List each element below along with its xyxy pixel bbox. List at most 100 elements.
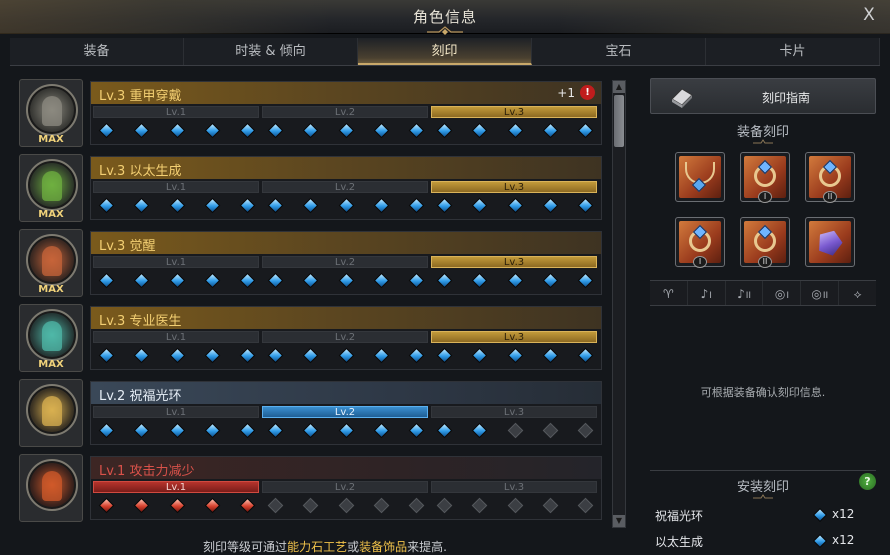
engraving-header: Lv.3 以太生成 bbox=[91, 157, 601, 179]
level-block: Lv.3 bbox=[431, 106, 597, 144]
equip-slot[interactable] bbox=[805, 217, 855, 267]
level-bar: Lv.3 bbox=[431, 406, 597, 418]
engraving-point-gem-icon bbox=[239, 497, 256, 514]
footer-link-ability-stone[interactable]: 能力石工艺 bbox=[287, 540, 347, 554]
engraving-point-gem-icon bbox=[338, 272, 354, 289]
engraving-point-gem-icon bbox=[204, 122, 221, 139]
tab-card[interactable]: 卡片 bbox=[706, 38, 880, 65]
engraving-point-gem-icon bbox=[302, 422, 319, 439]
engraving-point-gem-icon bbox=[133, 497, 150, 514]
bonus-count: +1 bbox=[557, 86, 575, 100]
gem-group bbox=[267, 272, 425, 289]
necklace-filter-icon[interactable]: ♈ bbox=[650, 281, 688, 305]
engraving-point-gem-icon bbox=[471, 272, 488, 289]
engraving-point-gem-icon bbox=[507, 422, 523, 439]
engraving-point-gem-icon bbox=[507, 272, 523, 289]
engraving-point-gem-icon bbox=[507, 197, 523, 214]
equip-slot[interactable]: II bbox=[805, 152, 855, 203]
gem-group bbox=[98, 122, 256, 139]
installed-engraving-name: 祝福光环 bbox=[655, 509, 704, 523]
earring-filter-icon[interactable]: ♪I bbox=[688, 281, 726, 305]
engraving-header: Lv.2 祝福光环 bbox=[91, 382, 601, 404]
engraving-point-gem-icon bbox=[542, 197, 559, 214]
engraving-point-gem-icon bbox=[577, 347, 594, 364]
engraving-row[interactable]: Lv.2 祝福光环 Lv.1 Lv.2 Lv.3 bbox=[14, 378, 604, 447]
gem-group bbox=[267, 422, 425, 439]
engraving-row[interactable]: MAX Lv.3 以太生成 Lv.1 Lv.2 Lv.3 bbox=[14, 153, 604, 222]
engraving-detail: Lv.3 以太生成 Lv.1 Lv.2 Lv.3 bbox=[90, 156, 602, 220]
scroll-down-icon[interactable]: ▼ bbox=[613, 515, 625, 527]
gem-group bbox=[436, 347, 594, 364]
engraving-portrait: MAX bbox=[19, 229, 83, 297]
engraving-point-gem-icon bbox=[267, 122, 284, 139]
stone-filter-icon[interactable]: ⟡ bbox=[839, 281, 876, 305]
engraving-guide-button[interactable]: 刻印指南 bbox=[650, 78, 876, 114]
engraving-point-gem-icon bbox=[169, 197, 185, 214]
equip-slot[interactable]: II bbox=[740, 217, 790, 268]
level-bar: Lv.3 bbox=[431, 481, 597, 493]
installed-engraving-row: 以太生成 x12 bbox=[655, 533, 876, 551]
tab-costume-tendency[interactable]: 时装 & 倾向 bbox=[184, 38, 358, 65]
engraving-row[interactable]: MAX Lv.3 重甲穿戴 +1! Lv.1 Lv.2 Lv.3 bbox=[14, 78, 604, 147]
level-bar: Lv.1 bbox=[93, 256, 259, 268]
tab-gem[interactable]: 宝石 bbox=[532, 38, 706, 65]
earring-filter-icon[interactable]: ♪II bbox=[726, 281, 764, 305]
title-bar: 角色信息 X bbox=[0, 0, 890, 35]
engraving-point-gem-icon bbox=[302, 347, 319, 364]
engraving-name: Lv.3 以太生成 bbox=[99, 164, 182, 179]
engraving-detail: Lv.3 重甲穿戴 +1! Lv.1 Lv.2 Lv.3 bbox=[90, 81, 602, 145]
ring-filter-icon[interactable]: ◎I bbox=[763, 281, 802, 305]
installed-engraving-row: 祝福光环 x12 bbox=[655, 507, 876, 525]
gem-group bbox=[267, 497, 425, 514]
footer-prefix: 刻印等级可通过 bbox=[203, 540, 288, 554]
level-block: Lv.2 bbox=[262, 331, 428, 369]
engraving-point-gem-icon bbox=[98, 347, 115, 364]
level-block: Lv.2 bbox=[262, 181, 428, 219]
level-block: Lv.2 bbox=[262, 256, 428, 294]
engraving-point-gem-icon bbox=[204, 422, 221, 439]
engraving-row[interactable]: MAX Lv.3 觉醒 Lv.1 Lv.2 Lv.3 bbox=[14, 228, 604, 297]
engraving-point-gem-icon bbox=[373, 122, 390, 139]
engraving-point-gem-icon bbox=[98, 197, 115, 214]
equip-slot[interactable]: I bbox=[740, 152, 790, 203]
engraving-point-gem-icon bbox=[169, 347, 185, 364]
tab-engraving[interactable]: 刻印 bbox=[358, 38, 532, 65]
max-tag: MAX bbox=[38, 134, 64, 145]
gem-group bbox=[98, 497, 256, 514]
close-button[interactable]: X bbox=[860, 5, 878, 25]
engraving-row[interactable]: Lv.1 攻击力减少 Lv.1 Lv.2 Lv.3 bbox=[14, 453, 604, 522]
equip-slot[interactable] bbox=[675, 152, 725, 202]
help-icon[interactable]: ? bbox=[859, 473, 876, 490]
engraving-point-gem-icon bbox=[239, 347, 256, 364]
engraving-point-gem-icon bbox=[408, 197, 425, 214]
engraving-emblem-icon bbox=[26, 159, 78, 211]
engraving-detail: Lv.3 专业医生 Lv.1 Lv.2 Lv.3 bbox=[90, 306, 602, 370]
ring-filter-icon[interactable]: ◎II bbox=[801, 281, 840, 305]
engraving-emblem-icon bbox=[26, 84, 78, 136]
equip-slot[interactable]: I bbox=[675, 217, 725, 268]
scrollbar[interactable]: ▲ ▼ bbox=[612, 80, 626, 528]
engraving-point-gem-icon bbox=[302, 272, 319, 289]
engraving-point-gem-icon bbox=[98, 422, 115, 439]
engraving-detail: Lv.3 觉醒 Lv.1 Lv.2 Lv.3 bbox=[90, 231, 602, 295]
footer-link-accessory[interactable]: 装备饰品 bbox=[359, 540, 407, 554]
engraving-point-gem-icon bbox=[436, 422, 453, 439]
engraving-row[interactable]: MAX Lv.3 专业医生 Lv.1 Lv.2 Lv.3 bbox=[14, 303, 604, 372]
engraving-point-gem-icon bbox=[169, 122, 185, 139]
scroll-thumb[interactable] bbox=[614, 95, 624, 147]
level-block: Lv.3 bbox=[431, 481, 597, 519]
engraving-point-gem-icon bbox=[507, 497, 523, 514]
engraving-point-gem-icon bbox=[338, 497, 354, 514]
scroll-up-icon[interactable]: ▲ bbox=[613, 81, 625, 93]
engraving-point-gem-icon bbox=[169, 422, 185, 439]
engraving-point-gem-icon bbox=[373, 497, 390, 514]
engraving-point-gem-icon bbox=[204, 272, 221, 289]
engraving-point-gem-icon bbox=[267, 422, 284, 439]
gem-group bbox=[98, 197, 256, 214]
tab-equipment[interactable]: 装备 bbox=[10, 38, 184, 65]
level-bar: Lv.2 bbox=[262, 106, 428, 118]
level-block: Lv.2 bbox=[262, 106, 428, 144]
level-bar: Lv.2 bbox=[262, 331, 428, 343]
book-icon bbox=[671, 88, 693, 108]
alert-icon[interactable]: ! bbox=[580, 85, 595, 100]
